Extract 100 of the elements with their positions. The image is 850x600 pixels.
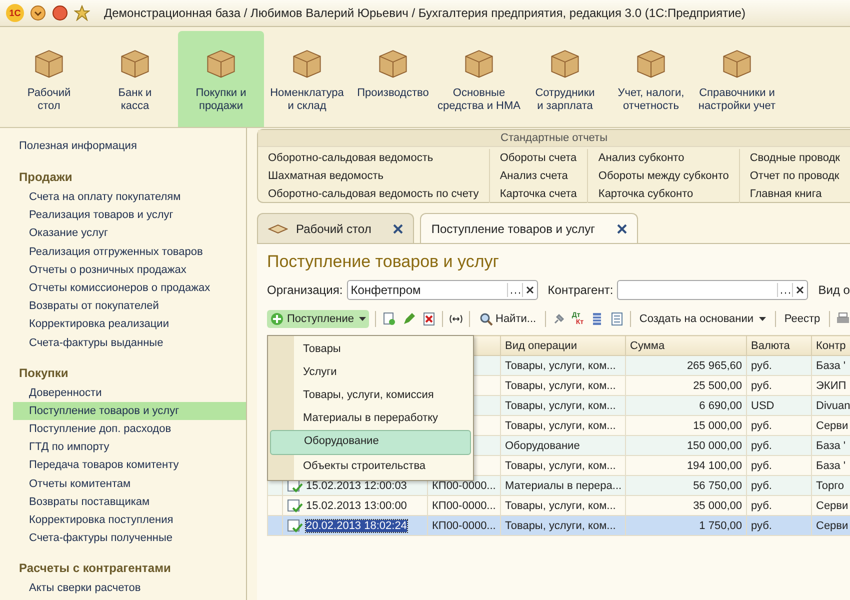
table-cell: КП00-0000... <box>432 480 496 492</box>
report-link[interactable]: Главная книга <box>750 185 840 203</box>
table-cell: руб. <box>751 480 772 492</box>
column-header[interactable]: Валюта <box>746 336 812 356</box>
app-logo[interactable]: 1С <box>6 4 24 22</box>
section-button[interactable]: Производство <box>350 31 436 127</box>
column-header[interactable]: Контр <box>812 336 850 356</box>
menu-item[interactable]: Услуги <box>270 361 471 384</box>
sidebar-item[interactable]: Поступление доп. расходов <box>6 420 246 438</box>
menu-item[interactable]: Материалы в переработку <box>270 407 471 430</box>
column-header[interactable]: Вид операции <box>500 336 626 356</box>
tab[interactable]: Рабочий стол <box>257 213 414 243</box>
tab[interactable]: Поступление товаров и услуг <box>420 213 638 243</box>
find-button[interactable]: Найти... <box>476 310 540 328</box>
report-link[interactable]: Оборотно-сальдовая ведомость <box>268 149 479 167</box>
table-cell: 20.02.2013 18:02:24 <box>306 520 407 532</box>
section-button[interactable]: Банк и касса <box>92 31 178 127</box>
sidebar-item[interactable]: Отчеты комиссионеров о продажах <box>6 278 246 298</box>
table-cell: 15.02.2013 12:00:03 <box>306 480 407 492</box>
input-field[interactable] <box>617 280 808 300</box>
table-cell: руб. <box>751 360 772 372</box>
section-button[interactable]: Учет, налоги, отчетность <box>608 31 694 127</box>
menu-item[interactable]: Товары <box>270 338 471 361</box>
section-button[interactable]: Сотрудники и зарплата <box>522 31 608 127</box>
section-button[interactable]: Номенклатура и склад <box>264 31 350 127</box>
swap-icon[interactable] <box>448 312 463 326</box>
sidebar-item[interactable]: Реализация отгруженных товаров <box>6 242 246 261</box>
sidebar-item[interactable]: Возвраты от покупателей <box>6 297 246 316</box>
table-cell: Товары, услуги, ком... <box>505 400 616 412</box>
table-cell: 194 100,00 <box>686 460 742 472</box>
table-cell: руб. <box>751 420 772 432</box>
report-link[interactable]: Обороты между субконто <box>598 167 729 185</box>
sidebar-item[interactable]: Поступление товаров и услуг <box>13 402 246 420</box>
close-icon[interactable] <box>393 224 404 234</box>
report-link[interactable]: Сводные проводк <box>750 149 840 167</box>
sidebar-item[interactable]: Реализация товаров и услуг <box>6 206 246 224</box>
table-cell: руб. <box>751 380 772 392</box>
column-header[interactable]: Сумма <box>626 336 746 356</box>
report-link[interactable]: Анализ счета <box>500 167 578 185</box>
printer-icon[interactable] <box>836 312 850 326</box>
select-dots-icon[interactable] <box>777 283 792 297</box>
sidebar-item[interactable]: Корректировка поступления <box>6 511 246 530</box>
document-icon[interactable] <box>610 312 624 326</box>
table-cell: Серви <box>816 500 848 512</box>
report-link[interactable]: Обороты счета <box>500 149 578 167</box>
sidebar-item[interactable]: Отчеты о розничных продажах <box>6 260 246 279</box>
field-label: Организация: <box>267 283 343 297</box>
table-cell: 35 000,00 <box>693 500 742 512</box>
sidebar-item[interactable]: ГТД по импорту <box>6 438 246 456</box>
table-cell: Товары, услуги, ком... <box>505 360 616 372</box>
sidebar-item[interactable]: Доверенности <box>6 384 246 402</box>
report-link[interactable]: Карточка субконто <box>598 185 729 203</box>
delete-icon[interactable] <box>422 312 436 326</box>
table-cell: Товары, услуги, ком... <box>505 420 616 432</box>
pencil-icon[interactable] <box>402 312 416 326</box>
section-button[interactable]: Покупки и продажи <box>178 31 264 127</box>
report-link[interactable]: Шахматная ведомость <box>268 167 479 185</box>
sidebar-item[interactable]: Счета-фактуры выданные <box>6 334 246 352</box>
table-cell: Товары, услуги, ком... <box>505 500 616 512</box>
sidebar-item[interactable]: Возвраты поставщикам <box>6 492 246 511</box>
table-cell: руб. <box>751 460 772 472</box>
posted-document-icon <box>287 518 303 532</box>
sidebar-item[interactable]: Корректировка реализации <box>6 315 246 334</box>
table-cell: КП00-0000... <box>432 500 496 512</box>
report-link[interactable]: Оборотно-сальдовая ведомость по счету <box>268 185 479 203</box>
table-cell: Оборудование <box>505 440 580 452</box>
sidebar-item[interactable]: Передача товаров комитенту <box>6 456 246 475</box>
section-button[interactable]: Основные средства и НМА <box>436 31 522 127</box>
based-on-button[interactable]: Создать на основании <box>636 311 769 327</box>
section-button[interactable]: Рабочий стол <box>6 31 92 127</box>
table-cell: руб. <box>751 500 772 512</box>
table-cell: КП00-0000... <box>432 520 496 532</box>
close-icon[interactable] <box>617 224 628 234</box>
dropdown-circle-icon[interactable] <box>30 5 46 21</box>
table-cell: 265 965,60 <box>686 360 742 372</box>
menu-item[interactable]: Объекты строительства <box>270 455 471 478</box>
sidebar-link[interactable]: Полезная информация <box>6 140 246 156</box>
close-circle-icon[interactable] <box>52 5 68 21</box>
report-link[interactable]: Отчет по проводк <box>750 167 840 185</box>
select-dots-icon[interactable] <box>506 283 522 297</box>
menu-item[interactable]: Товары, услуги, комиссия <box>270 384 471 407</box>
sidebar-item[interactable]: Отчеты комитентам <box>6 474 246 493</box>
star-icon[interactable] <box>74 5 90 21</box>
sidebar-item[interactable]: Счета на оплату покупателям <box>6 188 246 206</box>
report-link[interactable]: Карточка счета <box>500 185 578 203</box>
registry-button[interactable]: Реестр <box>781 311 824 327</box>
input-field[interactable]: Конфетпром <box>346 280 538 300</box>
menu-item[interactable]: Оборудование <box>270 430 471 455</box>
sidebar-item[interactable]: Оказание услуг <box>6 224 246 243</box>
plus-icon <box>270 312 284 326</box>
plug-icon[interactable] <box>552 312 566 326</box>
table-cell: Серви <box>816 420 848 432</box>
table-cell: 150 000,00 <box>686 440 742 452</box>
copy-icon[interactable] <box>382 312 396 326</box>
section-button[interactable]: Справочники и настройки учет <box>694 31 780 127</box>
sidebar-item[interactable]: Акты сверки расчетов <box>6 579 246 598</box>
group-heading: Покупки <box>18 366 70 382</box>
sidebar-item[interactable]: Счета-фактуры полученные <box>6 529 246 548</box>
create-button[interactable]: Поступление <box>267 310 370 328</box>
report-link[interactable]: Анализ субконто <box>598 149 729 167</box>
